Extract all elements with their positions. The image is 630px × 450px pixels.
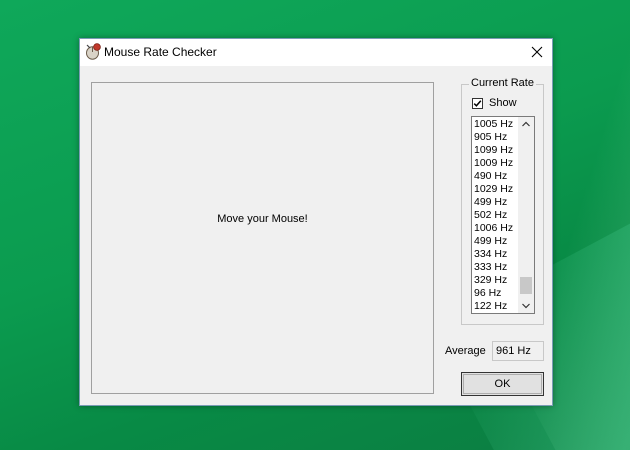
rate-list-item[interactable]: 1009 Hz: [474, 157, 518, 170]
average-label: Average: [445, 345, 486, 357]
rate-list-item[interactable]: 499 Hz: [474, 196, 518, 209]
rate-list-item[interactable]: 333 Hz: [474, 261, 518, 274]
chevron-down-icon: [522, 303, 530, 309]
move-mouse-prompt: Move your Mouse!: [217, 213, 308, 225]
rate-list-item[interactable]: 502 Hz: [474, 209, 518, 222]
rate-list-item[interactable]: 490 Hz: [474, 170, 518, 183]
show-checkbox-control[interactable]: Show: [472, 96, 517, 110]
rate-list-item[interactable]: 122 Hz: [474, 300, 518, 313]
rate-list-item[interactable]: 1099 Hz: [474, 144, 518, 157]
rate-list-item[interactable]: 96 Hz: [474, 287, 518, 300]
rate-list-scrollbar[interactable]: [518, 117, 534, 313]
mouse-tracking-area[interactable]: Move your Mouse!: [91, 82, 434, 394]
rate-list-item[interactable]: 334 Hz: [474, 248, 518, 261]
mouse-app-icon: [84, 43, 101, 60]
scroll-down-button[interactable]: [518, 299, 534, 313]
scroll-thumb[interactable]: [520, 277, 532, 294]
show-label: Show: [489, 97, 517, 109]
rate-list-item[interactable]: 1029 Hz: [474, 183, 518, 196]
rate-list-items: 1005 Hz 905 Hz 1099 Hz 1009 Hz 490 Hz 1029 Hz…: [474, 118, 518, 313]
rate-list-item[interactable]: 499 Hz: [474, 235, 518, 248]
window-title: Mouse Rate Checker: [104, 45, 217, 59]
current-rate-label: Current Rate: [469, 77, 536, 89]
rate-list-item[interactable]: 905 Hz: [474, 131, 518, 144]
chevron-up-icon: [522, 121, 530, 127]
rate-list-item[interactable]: 329 Hz: [474, 274, 518, 287]
close-icon: [531, 46, 543, 58]
scroll-up-button[interactable]: [518, 117, 534, 131]
checkmark-icon: [473, 99, 482, 107]
show-checkbox[interactable]: [472, 97, 483, 109]
ok-button[interactable]: OK: [461, 372, 544, 396]
mouse-rate-checker-window: Mouse Rate Checker Move your Mouse! Curr…: [79, 38, 553, 406]
rate-list-item[interactable]: 1005 Hz: [474, 118, 518, 131]
average-value: 961 Hz: [492, 341, 544, 361]
title-bar[interactable]: Mouse Rate Checker: [80, 39, 552, 66]
current-rate-group: Current Rate Show 1005 Hz 905 Hz 1099 Hz 10…: [461, 77, 544, 325]
rate-list[interactable]: 1005 Hz 905 Hz 1099 Hz 1009 Hz 490 Hz 1029 Hz…: [471, 116, 535, 314]
rate-list-item[interactable]: 1006 Hz: [474, 222, 518, 235]
close-button[interactable]: [522, 39, 552, 66]
